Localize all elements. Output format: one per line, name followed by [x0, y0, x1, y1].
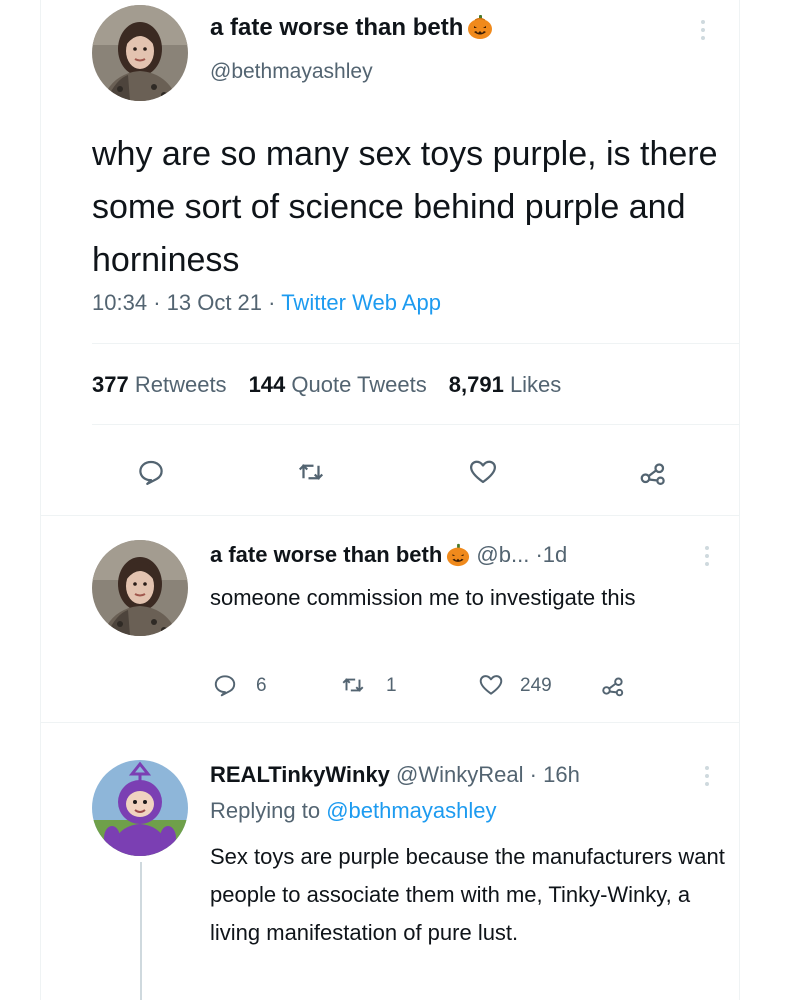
meta-separator: · [153, 290, 161, 315]
reply-icon[interactable] [212, 672, 238, 698]
author-name[interactable]: REALTinkyWinky [210, 762, 390, 787]
reply-text: someone commission me to investigate thi… [210, 585, 636, 610]
avatar[interactable] [92, 760, 188, 856]
divider [92, 424, 740, 425]
like-icon[interactable] [478, 672, 504, 698]
author-name[interactable]: a fate worse than beth [210, 542, 442, 567]
meta-separator: · [268, 290, 276, 315]
pumpkin-icon [468, 15, 493, 39]
tinky-winky-avatar [92, 760, 188, 856]
author-name-text[interactable]: a fate worse than beth [210, 14, 463, 41]
author-handle[interactable]: @WinkyReal [396, 762, 523, 787]
more-options-icon[interactable] [700, 766, 714, 786]
avatar[interactable] [92, 5, 188, 101]
reply-time[interactable]: 16h [543, 762, 580, 787]
meta-separator: · [535, 542, 543, 567]
retweet-icon[interactable] [340, 672, 366, 698]
share-icon[interactable] [638, 457, 668, 487]
tweet-date[interactable]: 13 Oct 21 [167, 290, 262, 315]
avatar-photo [92, 5, 188, 101]
reply-text: Sex toys are purple because the manufact… [210, 844, 725, 945]
quote-tweets-count: 144 [248, 372, 286, 397]
more-options-icon[interactable] [696, 20, 710, 40]
replying-to: Replying to @bethmayashley [210, 798, 497, 824]
divider [40, 722, 740, 723]
retweets-label: Retweets [134, 372, 227, 397]
author-name[interactable]: a fate worse than beth [210, 14, 493, 42]
replying-label: Replying to [210, 798, 321, 823]
like-count: 249 [520, 675, 552, 696]
reply-count: 6 [256, 675, 267, 696]
tweet-meta: 10:34 · 13 Oct 21 · Twitter Web App [92, 290, 441, 316]
author-handle[interactable]: @bethmayashley [210, 60, 373, 84]
reply-icon[interactable] [136, 457, 166, 487]
tweet-stats: 377 Retweets 144 Quote Tweets 8,791 Likes [92, 372, 583, 398]
like-icon[interactable] [468, 457, 498, 487]
tweet-time[interactable]: 10:34 [92, 290, 147, 315]
replying-mention[interactable]: @bethmayashley [326, 798, 496, 823]
likes-count: 8,791 [448, 372, 504, 397]
likes-stat[interactable]: 8,791 Likes [449, 372, 562, 397]
reply-time[interactable]: 1d [543, 542, 567, 567]
more-options-icon[interactable] [700, 546, 714, 566]
avatar[interactable] [92, 540, 188, 636]
pumpkin-icon [447, 543, 470, 567]
share-icon[interactable] [600, 672, 626, 698]
meta-separator: · [529, 762, 537, 787]
thread-line [140, 862, 142, 1000]
reply-header: a fate worse than beth @b... ·1d [210, 542, 567, 568]
likes-label: Likes [509, 372, 562, 397]
tweet-source[interactable]: Twitter Web App [281, 290, 441, 315]
reply-header: REALTinkyWinky @WinkyReal · 16h [210, 762, 580, 788]
retweet-count: 1 [386, 675, 397, 696]
divider [92, 343, 740, 344]
quote-tweets-stat[interactable]: 144 Quote Tweets [249, 372, 427, 397]
retweets-stat[interactable]: 377 Retweets [92, 372, 227, 397]
tweet-text: why are so many sex toys purple, is ther… [92, 135, 718, 279]
author-handle[interactable]: @b... [476, 542, 529, 567]
retweets-count: 377 [92, 372, 129, 397]
avatar-photo [92, 540, 188, 636]
divider [40, 515, 740, 516]
retweet-icon[interactable] [296, 457, 326, 487]
quote-tweets-label: Quote Tweets [291, 372, 427, 397]
